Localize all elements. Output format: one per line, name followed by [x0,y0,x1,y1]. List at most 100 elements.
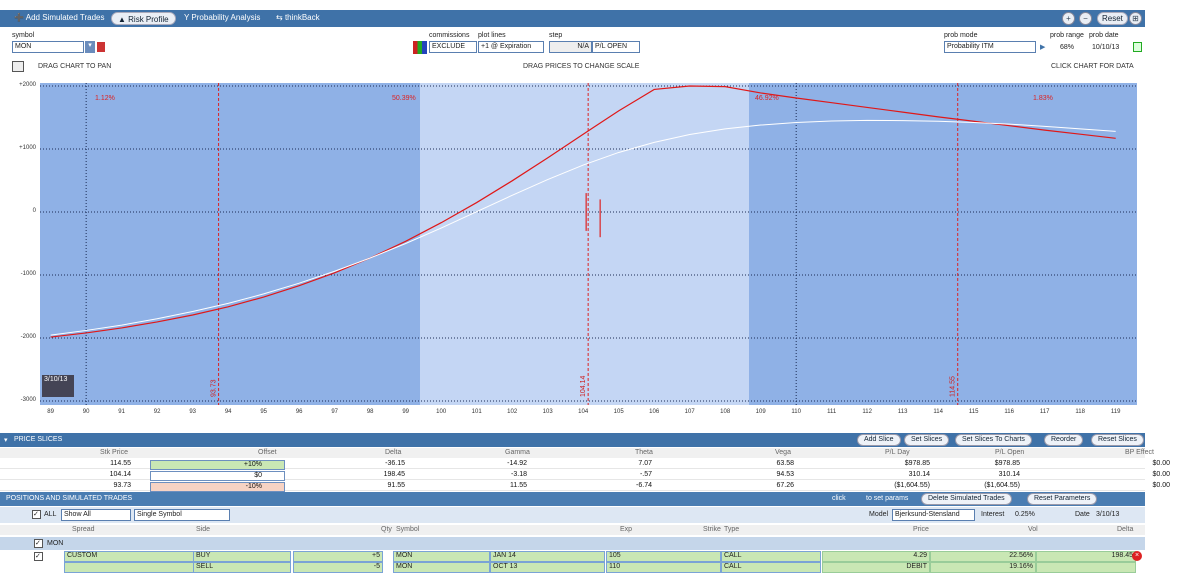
leg-spread[interactable]: CUSTOM [64,551,194,562]
leg-type[interactable]: CALL [721,562,821,573]
risk-profile-chart[interactable]: 93.73 104.14 114.55 1.12% 50.39% 46.92% 1.83%… [40,83,1137,405]
slice-cell[interactable]: 114.55 [94,460,131,467]
col-stk-price: Stk Price [100,449,129,456]
leg-qty[interactable]: +5 [293,551,383,562]
probability-analysis-button[interactable]: Y Probability Analysis [184,13,260,22]
leg-strike[interactable]: 110 [606,562,721,573]
x-tick-label: 117 [1039,409,1050,415]
x-tick-label: 108 [720,409,731,415]
probability-label: 1.83% [1033,95,1053,102]
zoom-in-icon[interactable]: + [1062,12,1075,25]
slice-cell: 198.45 [383,471,405,478]
slice-cell: 310.14 [908,471,930,478]
slice-cell[interactable]: $0 [150,471,285,481]
leg-side[interactable]: BUY [193,551,291,562]
leg-exp[interactable]: JAN 14 [490,551,605,562]
slice-row[interactable]: 114.55 +10% -36.15 -14.92 7.07 63.58 $978.85 $9… [0,459,1170,470]
zoom-out-icon[interactable]: − [1079,12,1092,25]
positions-header: POSITIONS AND SIMULATED TRADES click to … [0,492,1145,506]
leg-strike[interactable]: 105 [606,551,721,562]
group-checkbox[interactable]: ✓ [34,539,43,548]
x-tick-label: 95 [260,409,267,415]
step-input[interactable]: N/A [549,41,592,53]
leg-vol: 19.16% [930,562,1036,573]
model-select[interactable]: Bjerksund-Stensland [892,509,975,521]
all-checkbox[interactable]: ✓ [32,510,41,519]
commissions-select[interactable]: EXCLUDE [429,41,477,53]
pl-mode-select[interactable]: P/L OPEN [592,41,640,53]
symbol-menu-icon[interactable] [97,42,105,52]
slice-cell[interactable]: 104.14 [94,471,131,478]
calendar-icon[interactable] [1133,42,1142,52]
slice-cell[interactable]: 93.73 [94,482,131,489]
leg-spread[interactable] [64,562,194,573]
x-tick-label: 97 [331,409,338,415]
x-tick-label: 111 [827,409,837,415]
symbol-dropdown-icon[interactable]: ▾ [85,41,95,53]
slice-cell[interactable]: -10% [150,482,285,492]
group-row[interactable]: ✓ MON [0,537,1145,550]
leg-exp[interactable]: OCT 13 [490,562,605,573]
prob-range-value[interactable]: 68% [1060,44,1074,51]
show-select[interactable]: Show All [61,509,131,521]
thinkback-button[interactable]: ⇆ thinkBack [276,13,320,22]
leg-checkbox[interactable]: ✓ [34,552,43,561]
leg-symbol[interactable]: MON [393,551,490,562]
delete-simulated-trades-button[interactable]: Delete Simulated Trades [921,493,1012,505]
y-tick-label: -1000 [20,271,36,277]
col-theta: Theta [635,449,653,456]
slice-cell: -36.15 [385,460,405,467]
leg-symbol[interactable]: MON [393,562,490,573]
slice-cell: 7.07 [638,460,652,467]
click-hint: click [832,495,846,502]
reorder-button[interactable]: Reorder [1044,434,1084,446]
slice-cell: -.57 [639,471,652,478]
plot-area[interactable]: 93.73 104.14 114.55 [40,83,1137,405]
prob-date-label: prob date [1089,32,1119,39]
slice-cell[interactable]: +10% [150,460,285,470]
position-leg-row[interactable]: SELL -5 MON OCT 13 110 CALL DEBIT 19.16% [0,562,1145,573]
col-gamma: Gamma [505,449,530,456]
play-icon[interactable]: ▶ [1040,43,1045,51]
positions-filter-bar: ✓ ALL Show All Single Symbol Model Bjerk… [0,507,1145,523]
date-value[interactable]: 3/10/13 [1096,511,1119,518]
leg-type[interactable]: CALL [721,551,821,562]
pan-icon[interactable] [12,61,24,72]
add-simulated-label: Add Simulated Trades [25,13,105,22]
detach-icon[interactable]: ⊞ [1129,12,1142,25]
remove-leg-icon[interactable]: × [1132,551,1142,561]
interest-value[interactable]: 0.25% [1015,511,1035,518]
leg-side[interactable]: SELL [193,562,291,573]
slice-cell: 63.58 [776,460,794,467]
prob-date-value[interactable]: 10/10/13 [1092,44,1119,51]
x-tick-label: 119 [1110,409,1121,415]
plot-lines-select[interactable]: +1 @ Expiration [478,41,544,53]
leg-qty[interactable]: -5 [293,562,383,573]
symbol-mode-select[interactable]: Single Symbol [134,509,230,521]
col-vol: Vol [1028,526,1038,533]
risk-profile-button[interactable]: ▲ Risk Profile [111,12,176,25]
set-slices-button[interactable]: Set Slices [904,434,950,446]
col-side: Side [196,526,211,533]
set-params-hint: to set params [866,495,909,502]
reset-parameters-button[interactable]: Reset Parameters [1027,493,1098,505]
slice-row[interactable]: 104.14 $0 198.45 -3.18 -.57 94.53 310.14 310.14… [0,470,1170,481]
slice-cell: $0.00 [1152,471,1170,478]
reset-button[interactable]: Reset [1097,12,1128,25]
probability-label: Probability Analysis [191,13,261,22]
x-tick-label: 89 [47,409,54,415]
add-simulated-trades-button[interactable]: ➕ Add Simulated Trades [14,13,104,22]
slice-cell: ($1,604.55) [984,482,1020,489]
collapse-icon[interactable]: ▾ [4,436,8,444]
position-leg-row[interactable]: CUSTOM BUY +5 MON JAN 14 105 CALL 4.29 22.56% 198… [0,551,1145,562]
prob-mode-select[interactable]: Probability ITM [944,41,1036,53]
set-slices-to-charts-button[interactable]: Set Slices To Charts [955,434,1032,446]
x-tick-label: 90 [82,409,90,415]
probability-label: 46.92% [755,95,779,102]
slice-row[interactable]: 93.73 -10% 91.55 11.55 -6.74 67.26 ($1,604.55)… [0,481,1170,492]
commission-grid-icon[interactable] [413,41,427,54]
symbol-input[interactable]: MON [12,41,84,53]
slice-label: 104.14 [580,375,587,397]
reset-slices-button[interactable]: Reset Slices [1091,434,1144,446]
add-slice-button[interactable]: Add Slice [857,434,901,446]
